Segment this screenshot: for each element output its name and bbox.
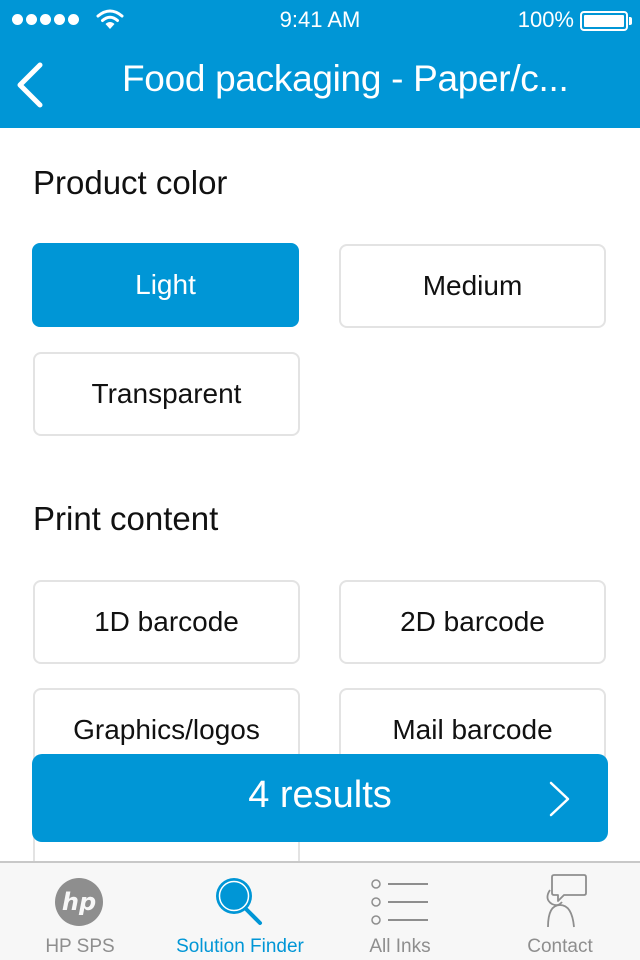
back-button[interactable] [12, 60, 52, 110]
option-light[interactable]: Light [32, 243, 299, 327]
results-label: 4 results [248, 774, 392, 816]
tab-label: All Inks [369, 936, 431, 957]
battery-tip [629, 17, 632, 25]
option-1d-barcode[interactable]: 1D barcode [33, 580, 300, 664]
tab-hp-sps[interactable]: hp HP SPS [0, 863, 160, 960]
tab-bar: hp HP SPS Solution Finder All Inks Conta… [0, 861, 640, 960]
top-bar: 9:41 AM 100% Food packaging - Paper/c... [0, 0, 640, 128]
section-title-print-content: Print content [33, 500, 219, 537]
option-transparent[interactable]: Transparent [33, 352, 300, 436]
tab-solution-finder[interactable]: Solution Finder [160, 863, 320, 960]
page-title: Food packaging - Paper/c... [122, 58, 569, 99]
hp-logo-icon: hp [55, 878, 103, 926]
tab-label: HP SPS [45, 936, 115, 957]
filter-content: Product color Light Medium Transparent P… [0, 128, 640, 861]
battery-icon [580, 11, 628, 31]
list-icon [371, 879, 428, 925]
section-title-product-color: Product color [33, 164, 228, 201]
search-icon [216, 878, 262, 925]
chevron-right-icon [549, 781, 570, 817]
navigation-bar: Food packaging - Paper/c... [0, 40, 640, 128]
tab-all-inks[interactable]: All Inks [320, 863, 480, 960]
tab-label: Solution Finder [176, 936, 304, 957]
tab-contact[interactable]: Contact [480, 863, 640, 960]
contact-icon [546, 874, 587, 928]
option-2d-barcode[interactable]: 2D barcode [339, 580, 606, 664]
tab-label: Contact [527, 936, 593, 957]
status-bar: 9:41 AM 100% [0, 0, 640, 40]
chevron-left-icon [17, 62, 43, 108]
battery-percent: 100% [517, 7, 574, 32]
option-medium[interactable]: Medium [339, 244, 606, 328]
svg-text:hp: hp [62, 888, 96, 916]
results-button[interactable]: 4 results [32, 754, 608, 842]
